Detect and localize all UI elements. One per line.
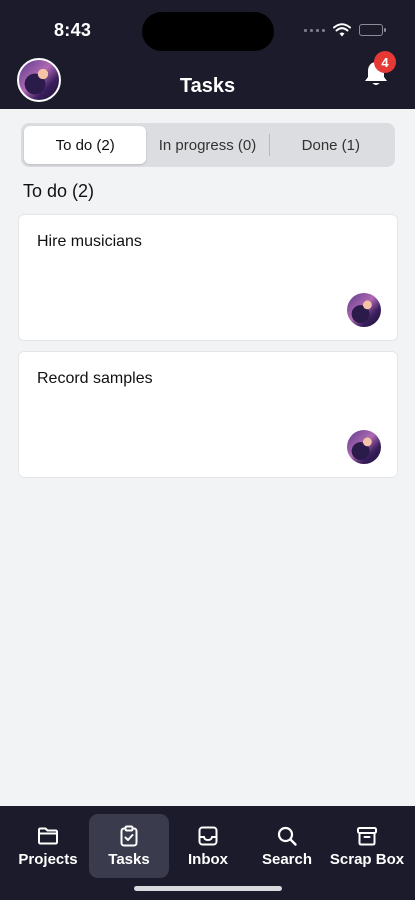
tab-scrap-box[interactable]: Scrap Box (327, 814, 407, 878)
app-header: 8:43 Tasks 4 (0, 0, 415, 109)
task-title: Record samples (37, 370, 153, 387)
status-segmented-control: To do (2) In progress (0) Done (1) (21, 123, 395, 167)
status-time: 8:43 (54, 20, 92, 40)
search-icon (277, 826, 297, 846)
folder-icon (38, 827, 58, 845)
status-icons (304, 23, 386, 37)
assignee-avatar (347, 430, 381, 464)
inbox-icon (198, 826, 218, 846)
wifi-icon (333, 23, 351, 37)
tab-search[interactable]: Search (247, 814, 327, 878)
section-title: To do (2) (23, 181, 95, 201)
tab-projects[interactable]: Projects (8, 814, 88, 878)
tab-label: Tasks (108, 851, 150, 868)
task-card[interactable]: Hire musicians (18, 214, 398, 341)
segment-to-do[interactable]: To do (2) (24, 126, 147, 164)
tab-label: Scrap Box (329, 851, 405, 868)
dynamic-island (142, 12, 274, 51)
tab-tasks[interactable]: Tasks (89, 814, 169, 878)
tab-label: Search (261, 851, 313, 868)
home-indicator (134, 886, 282, 891)
tab-label: Projects (18, 851, 78, 868)
assignee-avatar (347, 293, 381, 327)
clipboard-check-icon (120, 825, 138, 847)
battery-icon (359, 24, 386, 36)
segment-in-progress[interactable]: In progress (0) (146, 126, 268, 164)
tab-inbox[interactable]: Inbox (168, 814, 248, 878)
archive-box-icon (357, 827, 377, 846)
segment-done[interactable]: Done (1) (270, 126, 392, 164)
page-title: Tasks (179, 75, 236, 97)
task-card[interactable]: Record samples (18, 351, 398, 478)
signal-icon (304, 28, 325, 32)
tab-label: Inbox (188, 851, 228, 868)
task-title: Hire musicians (37, 233, 142, 250)
notification-badge: 4 (374, 51, 396, 73)
